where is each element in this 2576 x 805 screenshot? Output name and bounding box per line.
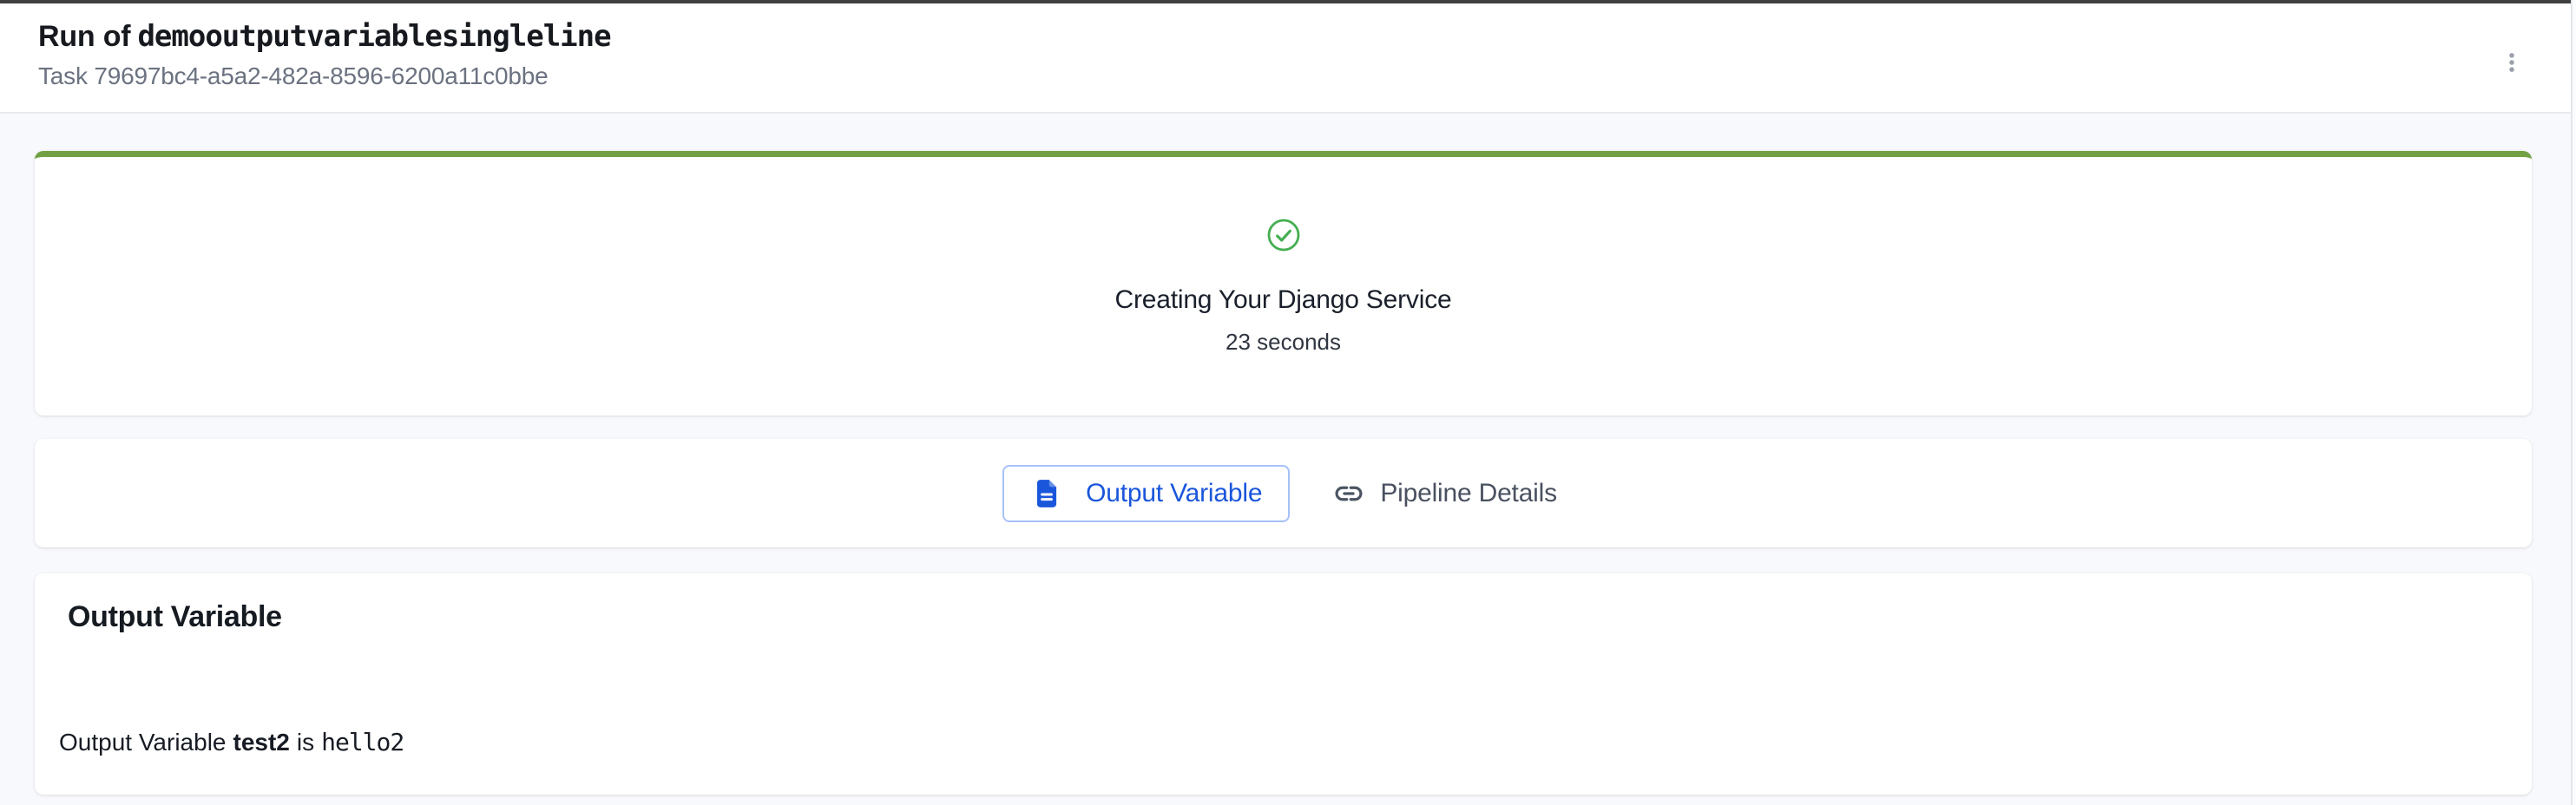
run-header: Run ofdemooutputvariablesingleline Task … — [0, 3, 2571, 114]
status-title: Creating Your Django Service — [1115, 285, 1452, 315]
task-id-subtitle: Task 79697bc4-a5a2-482a-8596-6200a11c0bb… — [38, 62, 2533, 90]
page-body: Creating Your Django Service 23 seconds … — [0, 114, 2571, 803]
header-menu-button[interactable] — [2487, 38, 2536, 87]
check-circle-icon — [1266, 218, 1301, 252]
tab-pipeline-details-label: Pipeline Details — [1380, 479, 1557, 508]
link-icon — [1333, 478, 1364, 509]
status-duration: 23 seconds — [1226, 329, 1341, 356]
output-variable-card: Output Variable Output Variable test2 is… — [35, 573, 2532, 795]
tab-output-variable[interactable]: Output Variable — [1002, 465, 1290, 522]
page-title-run-name: demooutputvariablesingleline — [137, 19, 610, 54]
output-variable-line: Output Variable test2 is hello2 — [35, 728, 2532, 756]
output-line-connector: is — [297, 729, 314, 756]
document-icon — [1030, 477, 1063, 510]
output-section-heading: Output Variable — [35, 600, 2532, 634]
tab-pipeline-details[interactable]: Pipeline Details — [1326, 465, 1564, 522]
output-variable-name: test2 — [233, 729, 290, 756]
page-title: Run ofdemooutputvariablesingleline — [38, 20, 2533, 54]
status-card: Creating Your Django Service 23 seconds — [35, 151, 2532, 416]
kebab-menu-icon — [2499, 49, 2525, 75]
app-window: Run ofdemooutputvariablesingleline Task … — [0, 0, 2573, 805]
output-variable-value: hello2 — [321, 728, 404, 756]
tab-output-variable-label: Output Variable — [1086, 479, 1262, 508]
output-line-prefix: Output Variable — [59, 729, 227, 756]
page-title-prefix: Run of — [38, 20, 130, 53]
tabs-card: Output Variable Pipeline Details — [35, 439, 2532, 547]
